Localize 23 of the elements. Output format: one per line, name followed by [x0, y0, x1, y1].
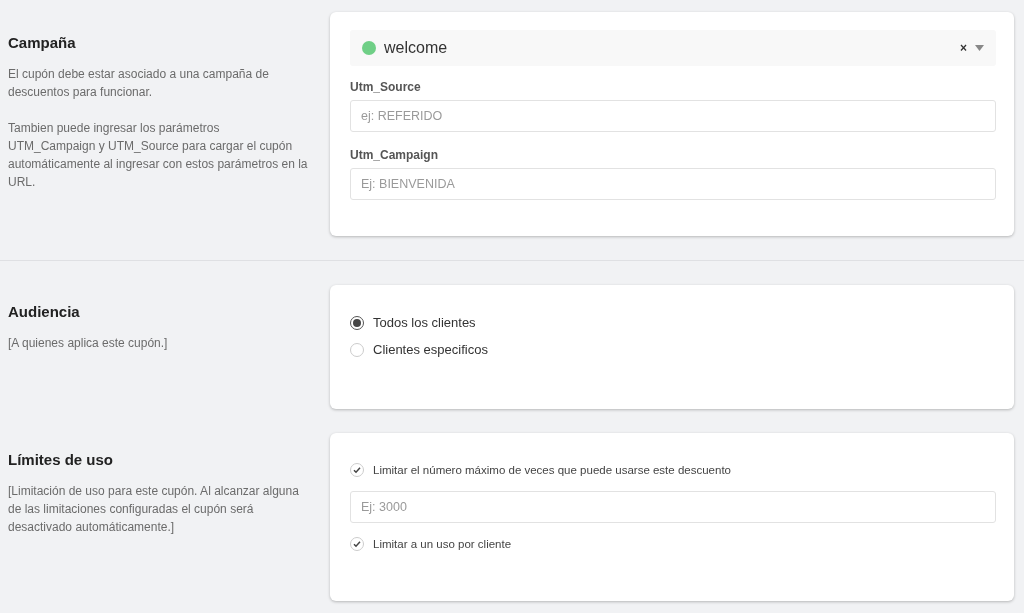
radio-label[interactable]: Todos los clientes [373, 315, 476, 330]
radio-label[interactable]: Clientes especificos [373, 342, 488, 357]
checkbox-label[interactable]: Limitar a un uso por cliente [373, 538, 512, 550]
campaign-select[interactable]: welcome × [350, 30, 996, 66]
section-title: Audiencia [8, 303, 81, 320]
checked-checkbox-icon[interactable] [350, 463, 364, 477]
section-description: El cupón debe estar asociado a una campaña de descuentos para funcionar. [8, 66, 270, 101]
field-label: Utm_Source [350, 80, 422, 94]
checked-checkbox-icon[interactable] [350, 537, 364, 551]
dropdown-caret-icon[interactable] [975, 45, 984, 51]
section-description: [A quienes aplica este cupón.] [8, 335, 169, 352]
section-description: [Limitación de uso para este cupón. Al alcanzar alguna de las limitaciones configuradas el cupón será desactivado automáticamente.] [8, 483, 300, 536]
field-label: Utm_Campaign [350, 148, 439, 162]
section-description: Tambien puede ingresar los parámetros UTM_Campaign y UTM_Source para cargar el cupón automáticamente al ingresar con estos parámetros en la URL. [8, 120, 308, 191]
checkbox-label[interactable]: Limitar el número máximo de veces que puede usarse este descuento [373, 464, 731, 476]
select-value: welcome [384, 39, 449, 57]
radio-button[interactable] [350, 315, 364, 330]
section-title: Campaña [8, 34, 77, 51]
section-title: Límites de uso [8, 451, 115, 468]
input-field[interactable]: Ej: BIENVENIDA [350, 168, 996, 200]
clear-button[interactable]: × [960, 41, 967, 55]
input-field[interactable]: Ej: 3000 [350, 491, 996, 523]
input-field[interactable]: ej: REFERIDO [350, 100, 996, 132]
